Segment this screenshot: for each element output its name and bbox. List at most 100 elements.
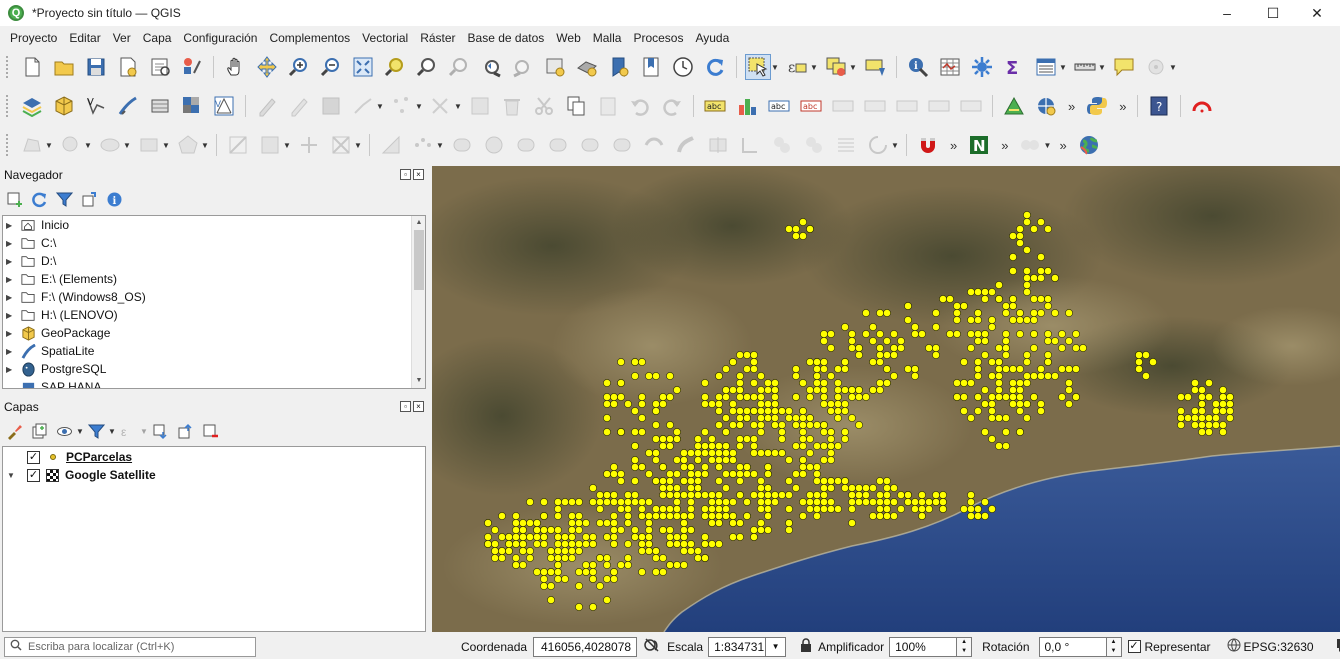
zoom-native-icon[interactable] xyxy=(446,54,472,80)
profile-tool-icon[interactable] xyxy=(1001,93,1027,119)
menu-proyecto[interactable]: Proyecto xyxy=(4,31,63,45)
rotate-label-icon[interactable] xyxy=(894,93,920,119)
info-icon[interactable]: i xyxy=(104,189,124,209)
menu-ver[interactable]: Ver xyxy=(107,31,137,45)
tree-item-geopackage[interactable]: ▶ GeoPackage xyxy=(3,324,425,342)
topology-tool-icon[interactable] xyxy=(1017,132,1043,158)
map-tips-icon[interactable] xyxy=(1111,54,1137,80)
measure-dropdown-icon[interactable]: ▼ xyxy=(1098,63,1106,72)
select-value-dropdown-icon[interactable]: ▼ xyxy=(810,63,818,72)
ellipse-dropdown-icon[interactable]: ▼ xyxy=(123,141,131,150)
crs-globe-icon[interactable] xyxy=(1227,638,1241,655)
show-hide-labels-icon[interactable] xyxy=(830,93,856,119)
globe-plugin-icon[interactable] xyxy=(1076,132,1102,158)
add-vector-layer-icon[interactable]: V xyxy=(83,93,109,119)
add-mesh-layer-icon[interactable]: V xyxy=(211,93,237,119)
table-dropdown-icon[interactable]: ▼ xyxy=(1059,63,1067,72)
offset-symbols-icon[interactable] xyxy=(865,132,891,158)
menu-base-de-datos[interactable]: Base de datos xyxy=(462,31,551,45)
open-project-icon[interactable] xyxy=(51,54,77,80)
fill-ring-icon[interactable] xyxy=(481,132,507,158)
menu-vectorial[interactable]: Vectorial xyxy=(356,31,414,45)
locator-search-box[interactable]: Escriba para localizar (Ctrl+K) xyxy=(4,636,256,657)
magnifier-field[interactable]: 100% xyxy=(889,636,958,657)
processing-toolbox-icon[interactable] xyxy=(969,54,995,80)
toggle-extents-icon[interactable] xyxy=(643,636,661,657)
zoom-next-icon[interactable] xyxy=(510,54,536,80)
add-virtual-layer-icon[interactable] xyxy=(147,93,173,119)
toolbar-overflow-icon[interactable]: » xyxy=(1068,99,1075,114)
layer-visibility-checkbox[interactable]: ✓ xyxy=(27,468,40,482)
refresh-icon[interactable] xyxy=(702,54,728,80)
toolbar-overflow-icon[interactable]: » xyxy=(1001,138,1008,153)
rotate-feature-icon[interactable] xyxy=(296,132,322,158)
float-panel-icon[interactable]: ▫ xyxy=(400,169,411,180)
add-raster-layer-icon[interactable] xyxy=(179,93,205,119)
attribute-edit-icon[interactable] xyxy=(467,93,493,119)
zoom-last-icon[interactable] xyxy=(478,54,504,80)
offset-dropdown-icon[interactable]: ▼ xyxy=(891,141,899,150)
notepad-plugin-icon[interactable]: N xyxy=(966,132,992,158)
ellipse-digitize-icon[interactable] xyxy=(97,132,123,158)
rotation-field[interactable]: 0,0 ° xyxy=(1038,636,1107,657)
remove-layer-icon[interactable] xyxy=(200,421,220,441)
split-parts-icon[interactable] xyxy=(737,132,763,158)
vertex-dropdown-icon[interactable]: ▼ xyxy=(415,102,423,111)
temporal-controller-icon[interactable] xyxy=(670,54,696,80)
attribute-table-icon[interactable] xyxy=(937,54,963,80)
simplify-feature-icon[interactable] xyxy=(378,132,404,158)
navigator-scrollbar[interactable]: ▲ ▼ xyxy=(411,216,425,388)
identify-features-icon[interactable]: i xyxy=(905,54,931,80)
polygon-dropdown-icon[interactable]: ▼ xyxy=(201,141,209,150)
redo-icon[interactable] xyxy=(659,93,685,119)
save-edits-icon[interactable] xyxy=(318,93,344,119)
zoom-full-icon[interactable] xyxy=(350,54,376,80)
select-location-icon[interactable] xyxy=(862,54,888,80)
tree-item-inicio[interactable]: ▶ Inicio xyxy=(3,216,425,234)
ring-dropdown-icon[interactable]: ▼ xyxy=(436,141,444,150)
merge-features-icon[interactable] xyxy=(769,132,795,158)
python-console-icon[interactable] xyxy=(1084,93,1110,119)
toggle-editing-icon[interactable] xyxy=(286,93,312,119)
openlayers-plugin-icon[interactable] xyxy=(1033,93,1059,119)
advanced-digitize-icon[interactable] xyxy=(225,132,251,158)
shape-digitize-icon[interactable] xyxy=(19,132,45,158)
float-panel-icon[interactable]: ▫ xyxy=(400,401,411,412)
zoom-in-icon[interactable] xyxy=(286,54,312,80)
trim-extend-icon[interactable] xyxy=(673,132,699,158)
menu-configuracion[interactable]: Configuración xyxy=(177,31,263,45)
pin-unpin-labels-icon[interactable]: abc xyxy=(798,93,824,119)
new-project-icon[interactable] xyxy=(19,54,45,80)
render-checkbox[interactable]: ✓ xyxy=(1127,640,1141,653)
new-geopackage-layer-icon[interactable] xyxy=(51,93,77,119)
topology-dropdown-icon[interactable]: ▼ xyxy=(1043,141,1051,150)
merge-attributes-icon[interactable] xyxy=(801,132,827,158)
magnifier-spinner[interactable]: ▲ ▼ xyxy=(957,636,973,657)
save-project-icon[interactable] xyxy=(83,54,109,80)
scale-field[interactable]: 1:834731 xyxy=(708,636,767,657)
menu-complementos[interactable]: Complementos xyxy=(263,31,356,45)
show-bookmarks-icon[interactable] xyxy=(638,54,664,80)
menu-web[interactable]: Web xyxy=(550,31,586,45)
style-manager-icon[interactable] xyxy=(179,54,205,80)
delete-ring-icon[interactable] xyxy=(513,132,539,158)
close-button[interactable]: ✕ xyxy=(1294,0,1340,26)
layer-row-google-satellite[interactable]: ▼ ✓ Google Satellite xyxy=(3,466,425,484)
deselect-features-icon[interactable] xyxy=(823,54,849,80)
scale-feature-icon[interactable] xyxy=(328,132,354,158)
rectangle-digitize-icon[interactable] xyxy=(136,132,162,158)
move-label-icon[interactable] xyxy=(862,93,888,119)
zoom-to-selection-icon[interactable] xyxy=(382,54,408,80)
shape-dropdown-icon[interactable]: ▼ xyxy=(45,141,53,150)
map-canvas[interactable] xyxy=(432,166,1340,632)
save-as-icon[interactable] xyxy=(115,54,141,80)
coordinate-field[interactable]: 416056,4028078 xyxy=(533,636,638,657)
tree-item-sap-hana[interactable]: SAP HANA xyxy=(3,378,425,388)
refresh-icon[interactable] xyxy=(29,189,49,209)
open-table-icon[interactable] xyxy=(1033,54,1059,80)
tree-item-e-drive[interactable]: ▶ E:\ (Elements) xyxy=(3,270,425,288)
manage-visibility-icon[interactable] xyxy=(54,421,74,441)
zoom-to-layer-icon[interactable] xyxy=(414,54,440,80)
toolbar-overflow-icon[interactable]: » xyxy=(1119,99,1126,114)
toolbar-overflow-icon[interactable]: » xyxy=(950,138,957,153)
